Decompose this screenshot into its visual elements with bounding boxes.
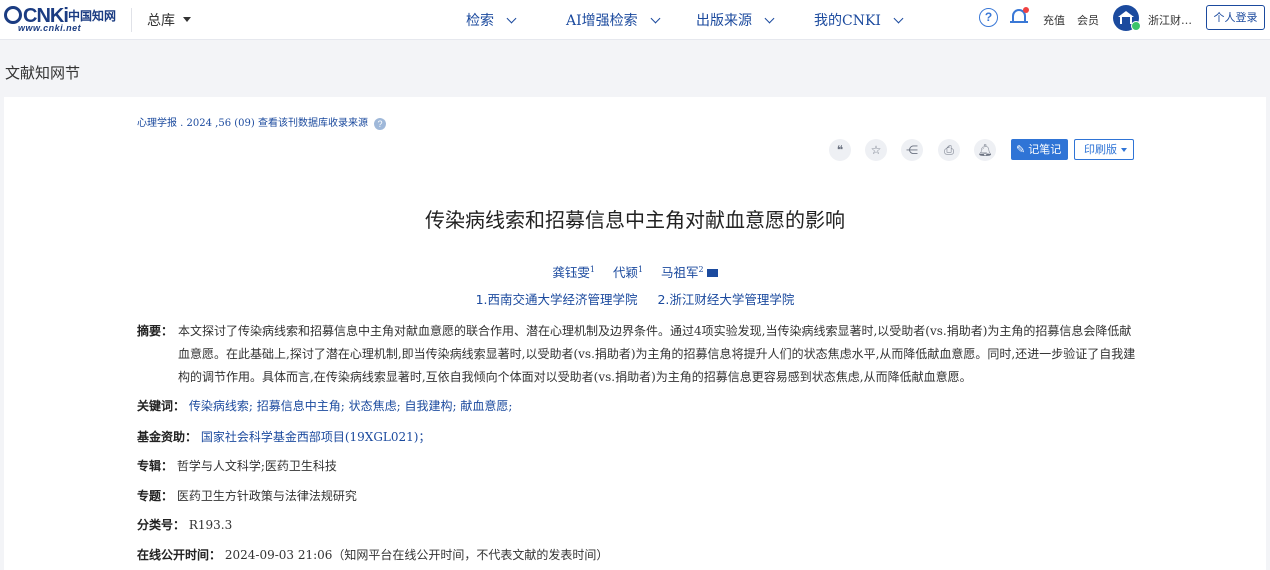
nav-ai-search[interactable]: AI增强检索 [566,10,661,30]
abstract-label: 摘要： [137,324,174,338]
logo-url-text: www.cnki.net [18,23,82,33]
recharge-link[interactable]: 充值 [1043,12,1065,28]
journal-source-text: 心理学报 . 2024 ,56 (09) 查看该刊数据库收录来源 [137,118,368,129]
topic-label: 专题： [137,489,174,503]
print-edition-dropdown[interactable]: 印刷版 [1074,139,1134,160]
bell-icon[interactable] [1010,7,1029,27]
author-link[interactable]: 代颖1 [613,265,643,280]
logo-globe-icon [4,6,22,24]
online-time-value: 2024-09-03 21:06（知网平台在线公开时间，不代表文献的发表时间） [224,548,609,562]
author-name: 代颖 [612,265,638,280]
logo-chinese-text: 中国知网 [68,9,117,23]
series-row: 专辑： 哲学与人文科学;医药卫生科技 [137,457,337,474]
caret-down-icon [183,17,191,22]
nav-search[interactable]: 检索 [466,10,517,30]
topic-row: 专题： 医药卫生方针政策与法律法规研究 [137,487,357,504]
classification-row: 分类号： R193.3 [137,516,232,533]
mail-icon[interactable] [706,269,718,277]
classification-value: R193.3 [188,518,233,532]
fund-row: 基金资助： 国家社会科学基金西部项目(19XGL021)； [137,428,430,445]
author-name: 马祖军 [661,265,699,280]
keyword-link[interactable]: 自我建构; [404,399,456,413]
fund-link[interactable]: 国家社会科学基金西部项目(19XGL021)； [201,430,431,444]
keyword-link[interactable]: 招募信息中主角; [257,399,345,413]
chevron-down-icon [506,13,517,24]
print-icon[interactable]: ⎙ [938,139,960,161]
abstract-text: 本文探讨了传染病线索和招募信息中主角对献血意愿的联合作用、潜在心理机制及边界条件… [178,324,1136,384]
institution-avatar[interactable] [1113,5,1141,31]
nav-my-cnki[interactable]: 我的CNKI [814,10,904,30]
chevron-down-icon [764,13,775,24]
print-edition-label: 印刷版 [1084,143,1117,156]
keywords-label: 关键词： [137,399,186,413]
cnki-logo[interactable]: CNKi 中国知网 www.cnki.net [4,5,116,35]
verified-check-icon [1131,21,1141,31]
question-icon[interactable]: ? [373,118,386,130]
author-affiliation-index: 1 [589,264,595,274]
affiliation-link[interactable]: 1.西南交通大学经济管理学院 [476,292,638,307]
keywords-row: 关键词： 传染病线索; 招募信息中主角; 状态焦虑; 自我建构; 献血意愿; [137,397,512,414]
database-dropdown[interactable]: 总库 [147,10,191,30]
topic-value: 医药卫生方针政策与法律法规研究 [176,489,357,503]
author-link[interactable]: 马祖军2 [661,265,718,280]
nav-search-label: 检索 [466,13,494,29]
avatar-columns [1120,17,1132,24]
chevron-down-icon [893,13,904,24]
member-link[interactable]: 会员 [1077,12,1099,28]
top-navbar: CNKi 中国知网 www.cnki.net 总库 检索 AI增强检索 出版来源… [0,0,1270,40]
favorite-star-icon[interactable]: ☆ [865,139,887,161]
article-title: 传染病线索和招募信息中主角对献血意愿的影响 [425,208,845,232]
author-affiliation-index: 1 [637,264,644,274]
help-icon[interactable]: ? [979,8,998,27]
database-dropdown-label: 总库 [147,13,175,29]
nav-ai-search-label: AI增强检索 [566,13,638,29]
affiliation-link[interactable]: 2.浙江财经大学管理学院 [657,292,794,307]
keyword-link[interactable]: 献血意愿; [460,399,512,413]
bell-base [1010,21,1028,23]
author-name: 龚钰雯 [552,265,590,280]
nav-publication-source[interactable]: 出版来源 [696,10,775,30]
nav-publication-source-label: 出版来源 [696,13,752,29]
author-list: 龚钰雯1 代颖1 马祖军2 [0,262,1270,281]
keyword-link[interactable]: 传染病线索; [189,399,253,413]
take-note-label: 记笔记 [1028,143,1062,156]
page-title: 文献知网节 [5,64,81,82]
nav-my-cnki-label: 我的CNKI [814,13,881,29]
share-icon[interactable]: ⋲ [901,139,923,161]
chevron-down-icon [650,13,661,24]
classification-label: 分类号： [137,518,186,532]
series-label: 专辑： [137,459,174,473]
series-value: 哲学与人文科学;医药卫生科技 [176,459,337,473]
subscribe-bell-icon[interactable]: 🔔︎ [974,139,996,161]
cite-quote-icon[interactable]: ❝ [829,139,851,161]
author-link[interactable]: 龚钰雯1 [552,265,595,280]
online-time-row: 在线公开时间： 2024-09-03 21:06（知网平台在线公开时间，不代表文… [137,546,608,563]
fund-label: 基金资助： [137,430,198,444]
pen-icon: ✎ [1016,143,1026,156]
institution-name[interactable]: 浙江财… [1148,12,1192,28]
notification-dot [1023,7,1029,13]
personal-login-button[interactable]: 个人登录 [1206,5,1265,30]
header-divider [131,8,132,32]
journal-source[interactable]: 心理学报 . 2024 ,56 (09) 查看该刊数据库收录来源? [137,114,386,130]
take-note-button[interactable]: ✎ 记笔记 [1011,139,1068,160]
keyword-link[interactable]: 状态焦虑; [349,399,401,413]
affiliation-list: 1.西南交通大学经济管理学院 2.浙江财经大学管理学院 [0,289,1270,308]
author-affiliation-index: 2 [698,264,704,274]
abstract-section: 摘要： 本文探讨了传染病线索和招募信息中主角对献血意愿的联合作用、潜在心理机制及… [137,320,1137,389]
caret-down-icon [1121,148,1127,152]
online-time-label: 在线公开时间： [137,548,222,562]
